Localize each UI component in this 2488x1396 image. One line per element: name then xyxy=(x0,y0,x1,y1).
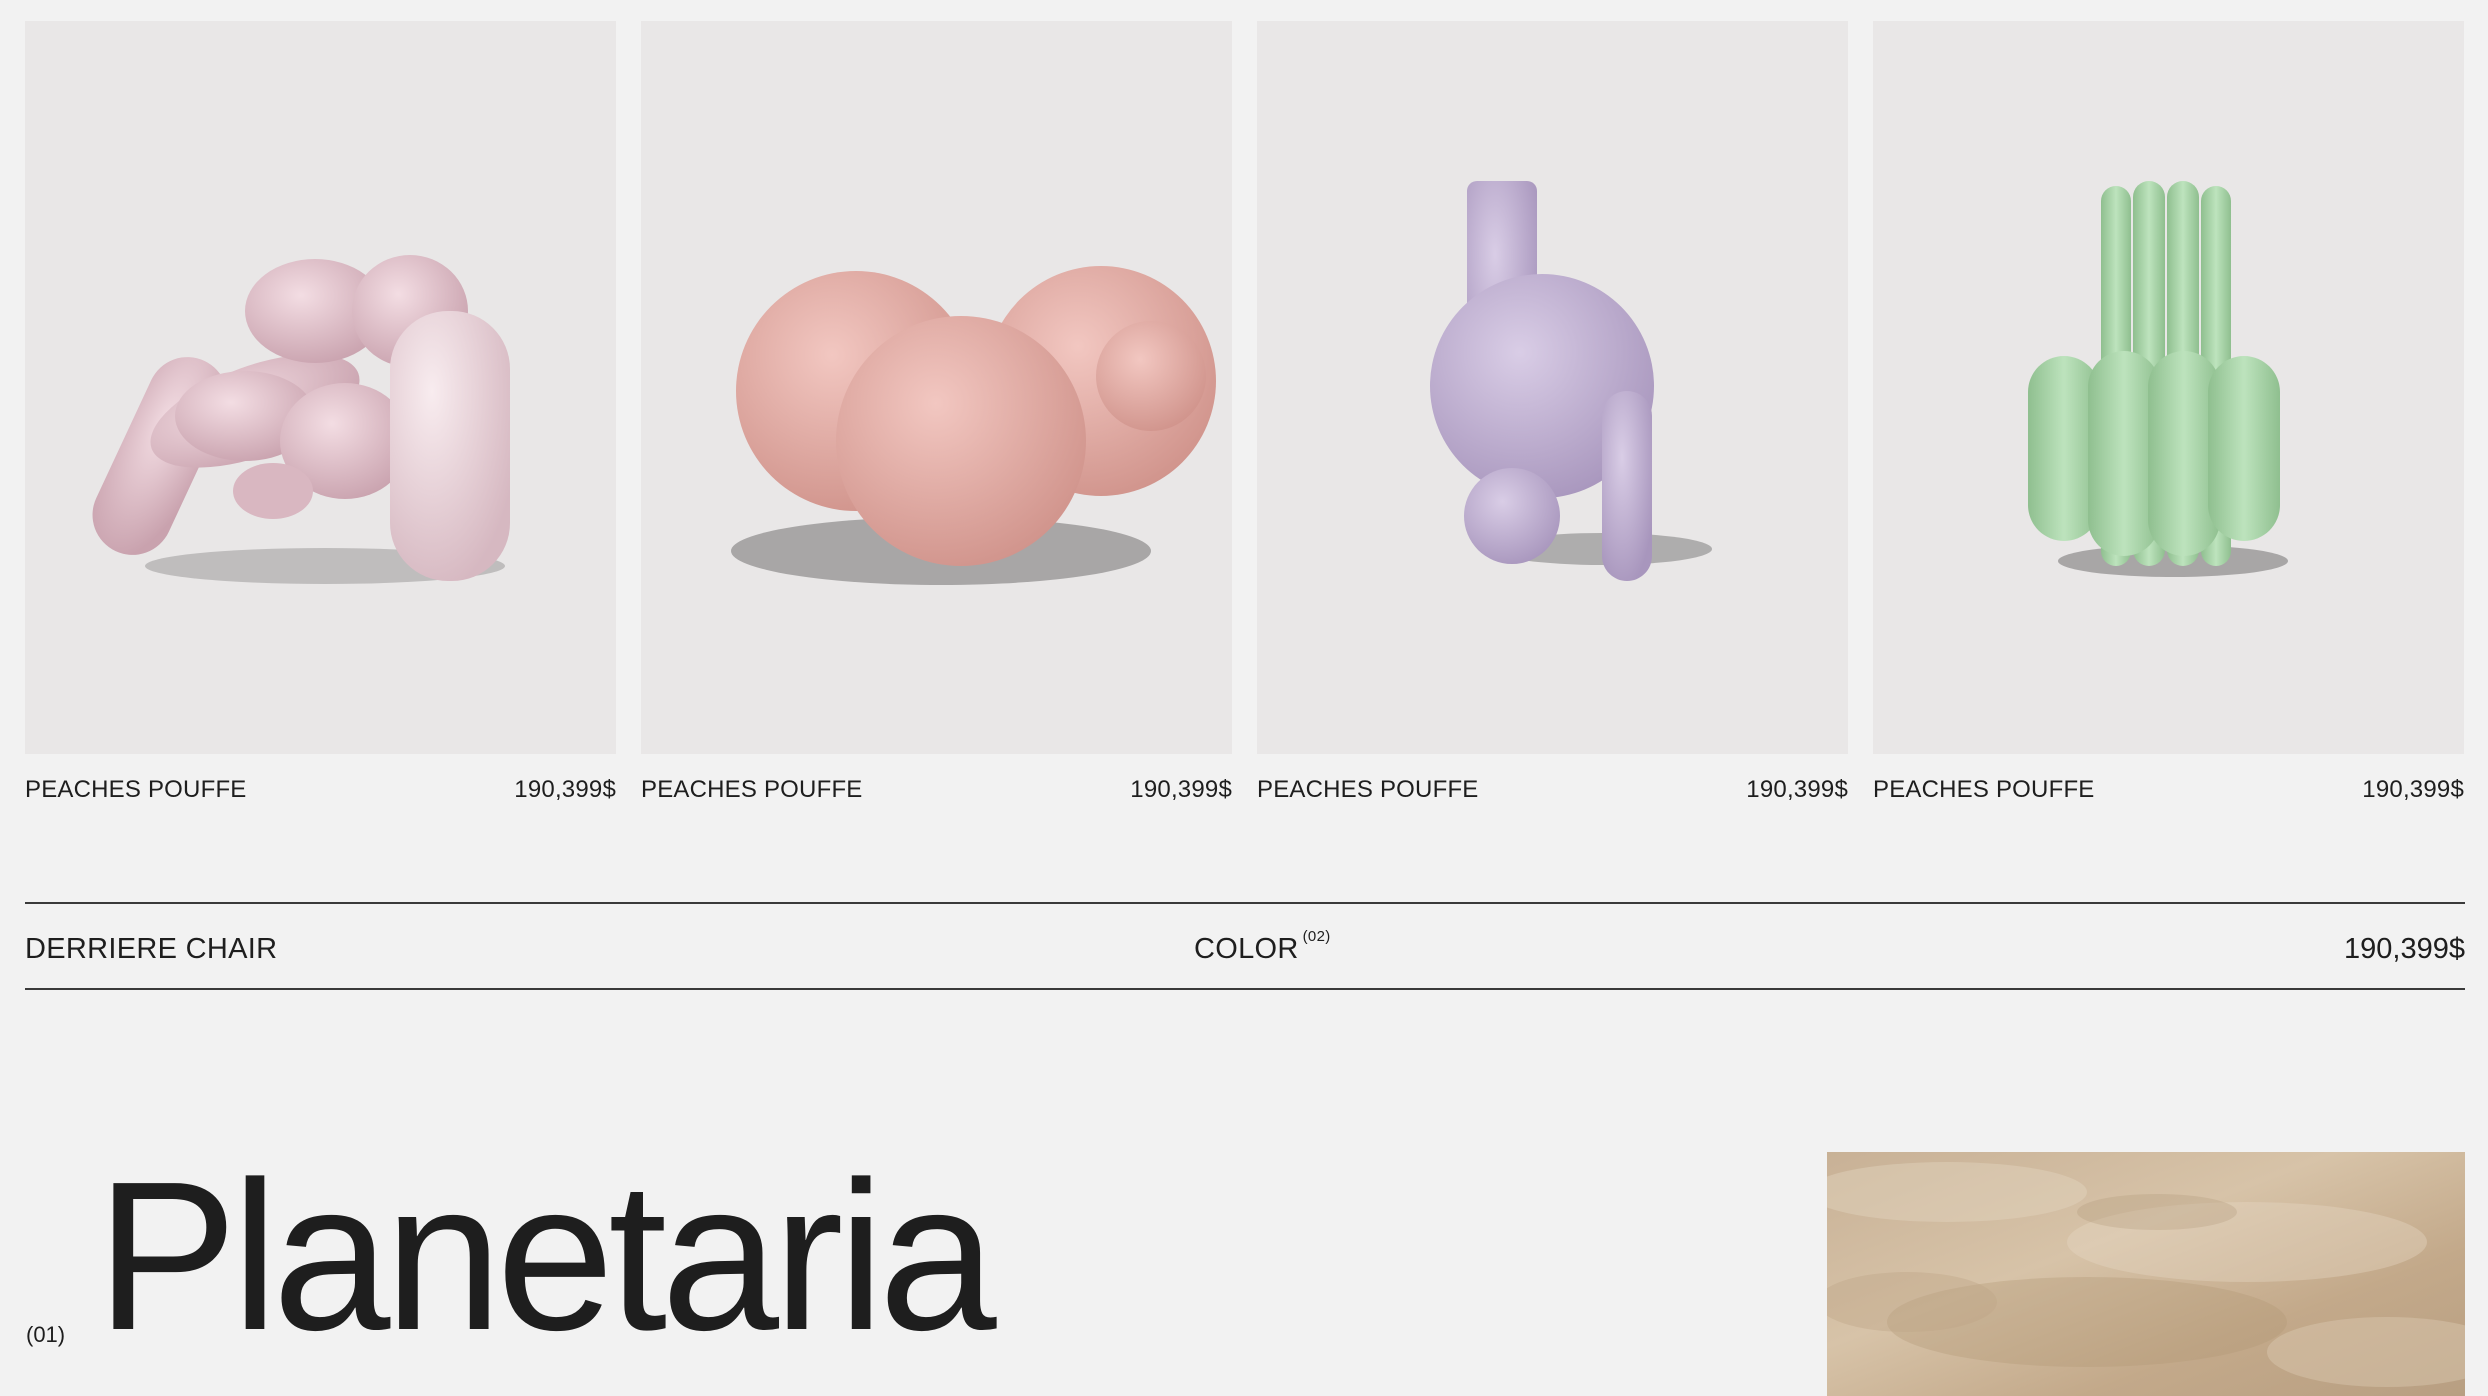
product-meta: PEACHES POUFFE 190,399$ xyxy=(1873,776,2464,804)
product-name[interactable]: PEACHES POUFFE xyxy=(1873,776,2095,804)
color-count: (02) xyxy=(1302,928,1331,946)
product-card[interactable]: PEACHES POUFFE 190,399$ xyxy=(1257,21,1848,804)
product-card[interactable]: PEACHES POUFFE 190,399$ xyxy=(25,21,616,804)
product-price: 190,399$ xyxy=(2362,776,2464,803)
product-price: 190,399$ xyxy=(1746,776,1848,803)
product-image-peach-bubble-pouffe[interactable] xyxy=(641,21,1232,754)
product-meta: PEACHES POUFFE 190,399$ xyxy=(641,776,1232,804)
product-price: 190,399$ xyxy=(1130,776,1232,803)
product-card[interactable]: PEACHES POUFFE 190,399$ xyxy=(641,21,1232,804)
collection-image-beige-plaster-texture xyxy=(1827,1152,2465,1396)
color-label: COLOR xyxy=(1194,933,1299,965)
mint-tube-sculpture-illustration xyxy=(2028,181,2288,577)
pink-knotted-armchair-illustration xyxy=(92,255,510,584)
color-selector[interactable]: COLOR (02) xyxy=(1194,928,1331,966)
product-page: PEACHES POUFFE 190,399$ PEACHES POUFFE 1… xyxy=(0,0,2488,1396)
product-name[interactable]: PEACHES POUFFE xyxy=(25,776,247,804)
detail-product-name: DERRIERE CHAIR xyxy=(25,933,278,965)
product-name[interactable]: PEACHES POUFFE xyxy=(1257,776,1479,804)
product-name[interactable]: PEACHES POUFFE xyxy=(641,776,863,804)
product-image-lilac-sphere-sculpture[interactable] xyxy=(1257,21,1848,754)
product-meta: PEACHES POUFFE 190,399$ xyxy=(1257,776,1848,804)
product-price: 190,399$ xyxy=(514,776,616,803)
product-image-pink-knotted-armchair[interactable] xyxy=(25,21,616,754)
product-detail-row: DERRIERE CHAIR COLOR (02) 190,399$ xyxy=(25,902,2465,990)
lilac-sphere-sculpture-illustration xyxy=(1430,181,1712,581)
plaster-texture-illustration xyxy=(1827,1152,2465,1396)
collection-title: Planetaria xyxy=(96,1137,997,1374)
detail-price: 190,399$ xyxy=(2344,933,2465,965)
product-card[interactable]: PEACHES POUFFE 190,399$ xyxy=(1873,21,2464,804)
product-meta: PEACHES POUFFE 190,399$ xyxy=(25,776,616,804)
product-image-mint-tube-sculpture[interactable] xyxy=(1873,21,2464,754)
product-grid: PEACHES POUFFE 190,399$ PEACHES POUFFE 1… xyxy=(25,21,2464,804)
section-index: (01) xyxy=(26,1322,66,1347)
peach-bubble-pouffe-illustration xyxy=(731,266,1216,585)
